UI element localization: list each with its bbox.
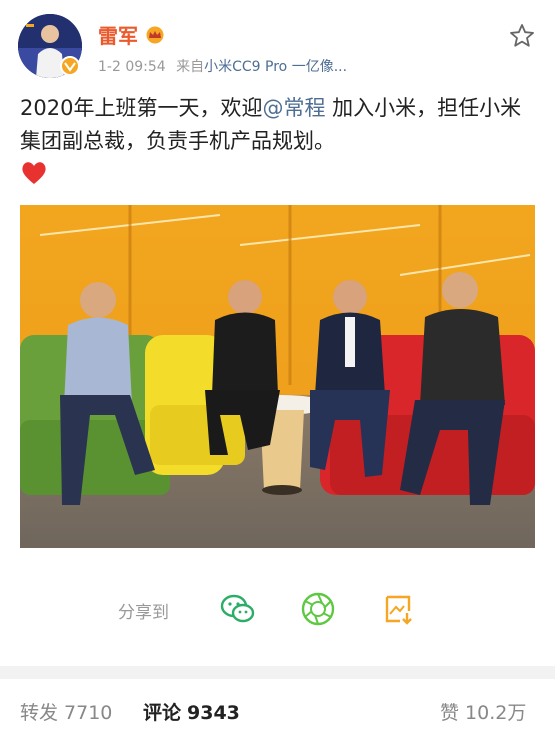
like-count: 10.2万	[465, 702, 527, 724]
repost-label: 转发	[20, 702, 59, 724]
source-prefix: 来自	[176, 59, 205, 75]
post-text-before: 2020年上班第一天，欢迎	[20, 96, 263, 120]
username[interactable]: 雷军	[98, 20, 138, 49]
mention-link[interactable]: @常程	[262, 96, 325, 120]
username-row[interactable]: 雷军	[98, 20, 166, 49]
save-image-icon[interactable]	[378, 589, 418, 629]
section-divider	[0, 666, 555, 679]
post-header: 雷军 1-2 09:54 来自小米CC9 Pro 一亿像...	[0, 0, 555, 90]
like-label: 赞	[440, 702, 460, 724]
share-bar: 分享到	[0, 585, 555, 635]
post-body: 2020年上班第一天，欢迎@常程 加入小米，担任小米集团副总裁，负责手机产品规划…	[20, 92, 535, 158]
post-time: 1-2 09:54	[98, 59, 166, 75]
post-source-link[interactable]: 小米CC9 Pro 一亿像...	[204, 59, 347, 75]
post-meta: 1-2 09:54 来自小米CC9 Pro 一亿像...	[98, 56, 347, 76]
engagement-bar: 转发 7710 评论 9343 赞 10.2万	[0, 690, 555, 730]
share-label: 分享到	[118, 603, 169, 623]
repost-tab[interactable]: 转发 7710	[20, 698, 112, 725]
moments-icon[interactable]	[298, 589, 338, 629]
post-photo[interactable]	[20, 205, 535, 548]
like-tab[interactable]: 赞 10.2万	[440, 698, 526, 725]
crown-icon	[146, 26, 164, 43]
comment-count: 9343	[187, 702, 240, 724]
wechat-icon[interactable]	[218, 589, 258, 629]
repost-count: 7710	[64, 702, 113, 724]
verified-badge-icon	[60, 56, 80, 76]
heart-emoji-icon	[22, 162, 46, 184]
comment-label: 评论	[143, 702, 182, 724]
favorite-star-icon[interactable]	[508, 22, 536, 50]
comment-tab[interactable]: 评论 9343	[143, 698, 240, 725]
